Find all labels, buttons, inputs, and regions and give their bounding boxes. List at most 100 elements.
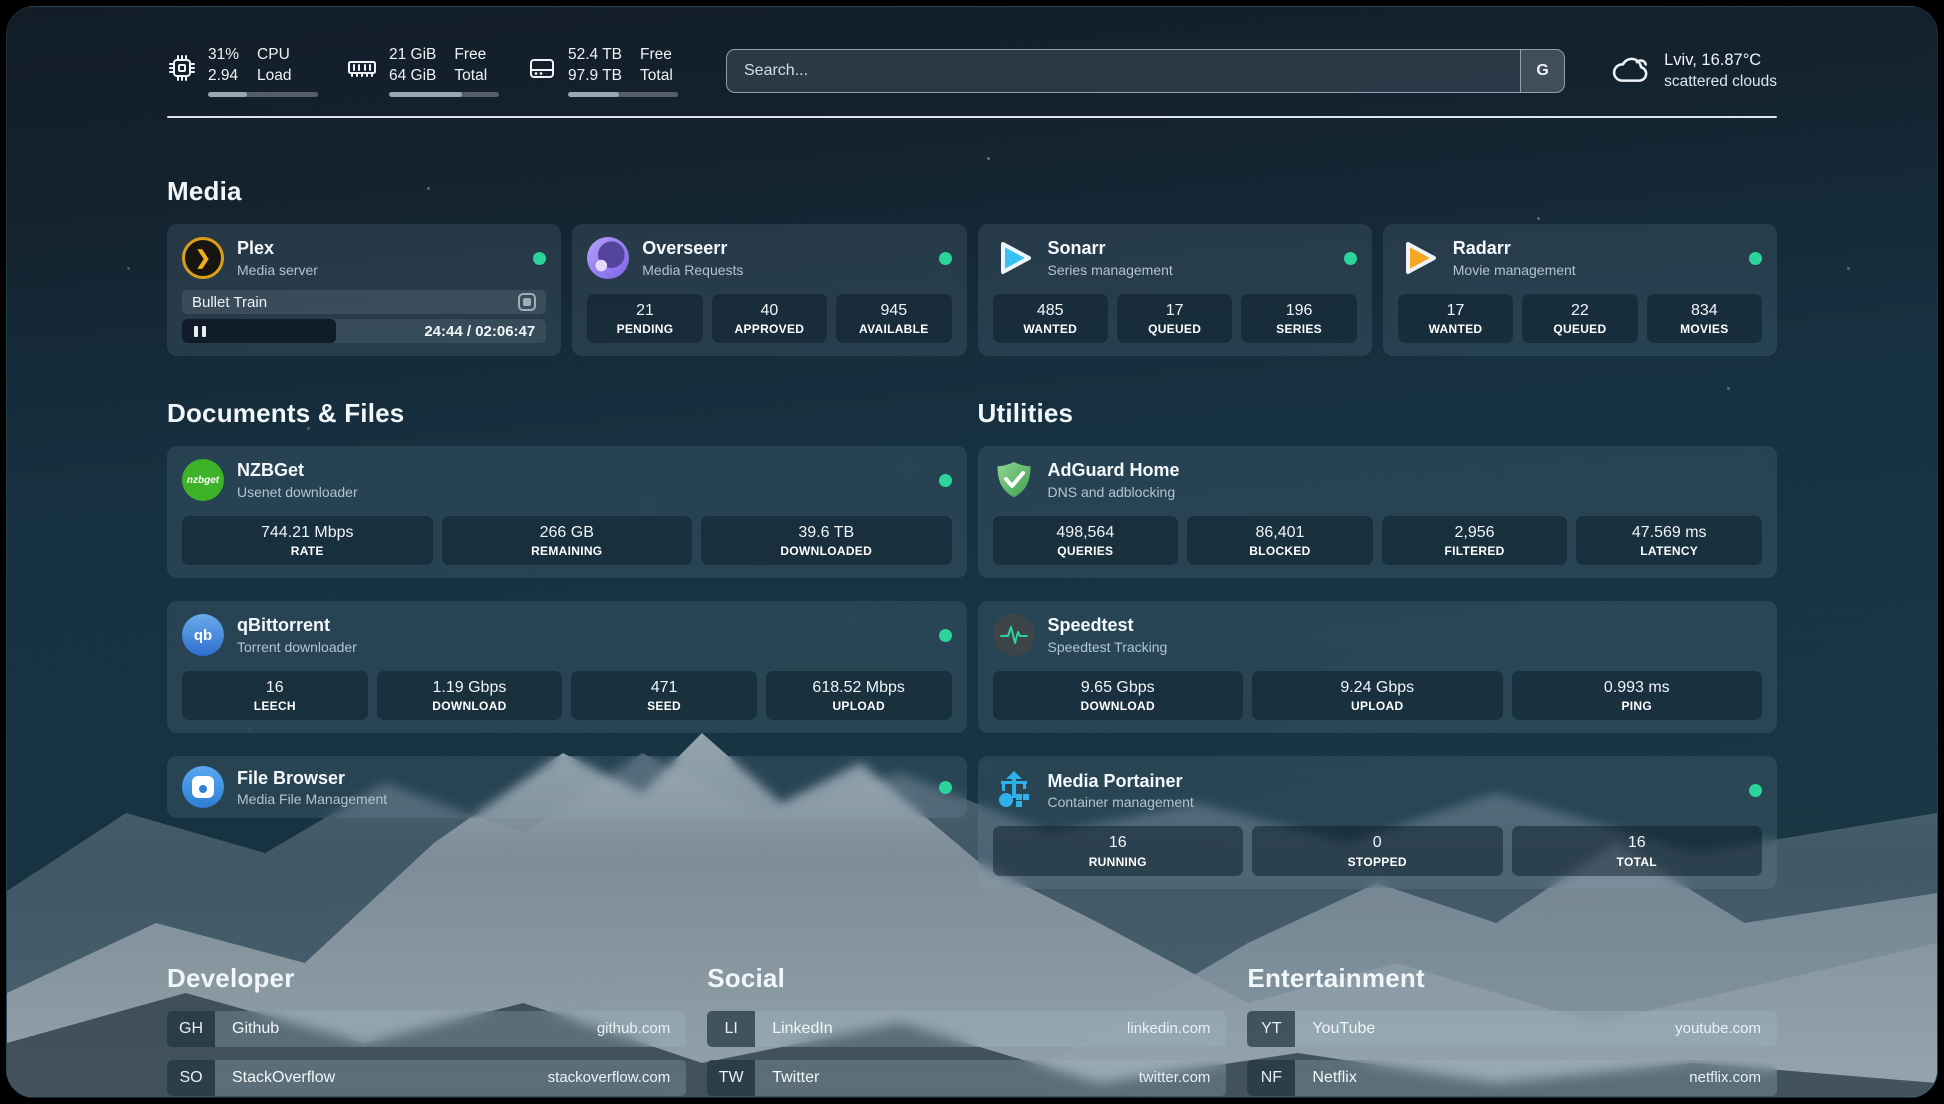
stat-pending: 21PENDING	[587, 294, 702, 343]
sonarr-card[interactable]: Sonarr Series management 485WANTED 17QUE…	[978, 224, 1372, 356]
memory-widget: 21 GiB 64 GiB Free Total	[346, 45, 499, 97]
stat-download: 1.19 GbpsDOWNLOAD	[377, 671, 563, 720]
bookmark-youtube[interactable]: YT YouTube youtube.com	[1247, 1011, 1777, 1047]
stat-filtered: 2,956FILTERED	[1382, 516, 1568, 565]
radarr-name: Radarr	[1453, 237, 1576, 260]
weather-location-temp: Lviv, 16.87°C	[1664, 49, 1777, 71]
filebrowser-card[interactable]: File Browser Media File Management	[167, 756, 967, 818]
sonarr-icon	[993, 237, 1035, 279]
entertainment-section-title: Entertainment	[1247, 963, 1777, 994]
adguard-card[interactable]: AdGuard Home DNS and adblocking 498,564Q…	[978, 446, 1778, 578]
overseerr-subtitle: Media Requests	[642, 261, 743, 279]
utilities-section-title: Utilities	[978, 398, 1778, 429]
nzbget-name: NZBGet	[237, 459, 358, 482]
qbittorrent-icon: qb	[182, 614, 224, 656]
stat-seed: 471SEED	[571, 671, 757, 720]
disk-progress-fill	[568, 92, 619, 97]
nzbget-card[interactable]: nzbget NZBGet Usenet downloader 744.21 M…	[167, 446, 967, 578]
stat-queued: 22QUEUED	[1522, 294, 1637, 343]
search-provider-button[interactable]: G	[1520, 50, 1564, 92]
plex-name: Plex	[237, 237, 318, 260]
memory-icon	[346, 53, 378, 88]
weather-widget: Lviv, 16.87°C scattered clouds	[1611, 49, 1777, 92]
overseerr-icon	[587, 237, 629, 279]
developer-section-title: Developer	[167, 963, 686, 994]
sonarr-status-dot	[1344, 252, 1357, 265]
radarr-card[interactable]: Radarr Movie management 17WANTED 22QUEUE…	[1383, 224, 1777, 356]
speedtest-card[interactable]: Speedtest Speedtest Tracking 9.65 GbpsDO…	[978, 601, 1778, 733]
disk-free-label: Free	[640, 45, 673, 65]
memory-free-value: 21 GiB	[389, 45, 436, 65]
qbittorrent-card[interactable]: qb qBittorrent Torrent downloader 16LEEC…	[167, 601, 967, 733]
memory-total-label: Total	[454, 66, 487, 86]
section-media: Media ❯ Plex Media server Bullet Train	[167, 176, 1777, 356]
cloud-icon	[1611, 54, 1651, 89]
disk-progress-track	[568, 92, 678, 97]
stat-movies: 834MOVIES	[1647, 294, 1762, 343]
stat-available: 945AVAILABLE	[836, 294, 951, 343]
weather-condition: scattered clouds	[1664, 72, 1777, 93]
dashboard-window: 31% 2.94 CPU Load	[6, 6, 1938, 1098]
stat-leech: 16LEECH	[182, 671, 368, 720]
pause-button[interactable]	[182, 319, 336, 343]
nzbget-status-dot	[939, 474, 952, 487]
youtube-abbr-badge: YT	[1247, 1011, 1295, 1047]
cpu-progress-track	[208, 92, 318, 97]
stat-running: 16RUNNING	[993, 826, 1244, 875]
memory-free-label: Free	[454, 45, 487, 65]
memory-progress-fill	[389, 92, 462, 97]
snow-speckles	[7, 7, 10, 10]
stat-approved: 40APPROVED	[712, 294, 827, 343]
twitter-abbr-badge: TW	[707, 1060, 755, 1096]
bookmark-linkedin[interactable]: LI LinkedIn linkedin.com	[707, 1011, 1226, 1047]
nzbget-subtitle: Usenet downloader	[237, 483, 358, 501]
stat-series: 196SERIES	[1241, 294, 1356, 343]
radarr-icon	[1398, 237, 1440, 279]
disk-free-value: 52.4 TB	[568, 45, 622, 65]
search-bar: G	[726, 49, 1565, 93]
speedtest-name: Speedtest	[1048, 614, 1168, 637]
adguard-name: AdGuard Home	[1048, 459, 1180, 482]
stat-blocked: 86,401BLOCKED	[1187, 516, 1373, 565]
overseerr-status-dot	[939, 252, 952, 265]
plex-subtitle: Media server	[237, 261, 318, 279]
media-section-title: Media	[167, 176, 1777, 207]
disk-total-value: 97.9 TB	[568, 66, 622, 86]
section-social: Social LI LinkedIn linkedin.com TW Twitt…	[707, 963, 1226, 1098]
bookmark-github[interactable]: GH Github github.com	[167, 1011, 686, 1047]
stat-ping: 0.993 msPING	[1512, 671, 1763, 720]
filebrowser-subtitle: Media File Management	[237, 790, 387, 808]
stat-download: 9.65 GbpsDOWNLOAD	[993, 671, 1244, 720]
now-playing-title: Bullet Train	[192, 294, 267, 311]
adguard-subtitle: DNS and adblocking	[1048, 483, 1180, 501]
cpu-widget: 31% 2.94 CPU Load	[167, 45, 318, 97]
bookmark-netflix[interactable]: NF Netflix netflix.com	[1247, 1060, 1777, 1096]
portainer-subtitle: Container management	[1048, 793, 1194, 811]
search-input[interactable]	[727, 50, 1520, 92]
stat-wanted: 17WANTED	[1398, 294, 1513, 343]
disk-total-label: Total	[640, 66, 673, 86]
plex-status-dot	[533, 252, 546, 265]
stat-wanted: 485WANTED	[993, 294, 1108, 343]
radarr-subtitle: Movie management	[1453, 261, 1576, 279]
stat-total: 16TOTAL	[1512, 826, 1763, 875]
speedtest-subtitle: Speedtest Tracking	[1048, 638, 1168, 656]
bookmark-twitter[interactable]: TW Twitter twitter.com	[707, 1060, 1226, 1096]
stat-queued: 17QUEUED	[1117, 294, 1232, 343]
filebrowser-name: File Browser	[237, 767, 387, 790]
portainer-card[interactable]: Media Portainer Container management 16R…	[978, 756, 1778, 888]
qbittorrent-status-dot	[939, 629, 952, 642]
bookmark-stackoverflow[interactable]: SO StackOverflow stackoverflow.com	[167, 1060, 686, 1096]
stat-downloaded: 39.6 TBDOWNLOADED	[701, 516, 952, 565]
documents-section-title: Documents & Files	[167, 398, 967, 429]
radarr-status-dot	[1749, 252, 1762, 265]
disk-widget: 52.4 TB 97.9 TB Free Total	[527, 45, 678, 97]
speedtest-icon	[993, 614, 1035, 656]
portainer-crane-icon	[993, 769, 1035, 811]
plex-icon: ❯	[182, 237, 224, 279]
cpu-label: CPU	[257, 45, 291, 65]
memory-total-value: 64 GiB	[389, 66, 436, 86]
plex-card[interactable]: ❯ Plex Media server Bullet Train 24:44	[167, 224, 561, 356]
github-abbr-badge: GH	[167, 1011, 215, 1047]
overseerr-card[interactable]: Overseerr Media Requests 21PENDING 40APP…	[572, 224, 966, 356]
